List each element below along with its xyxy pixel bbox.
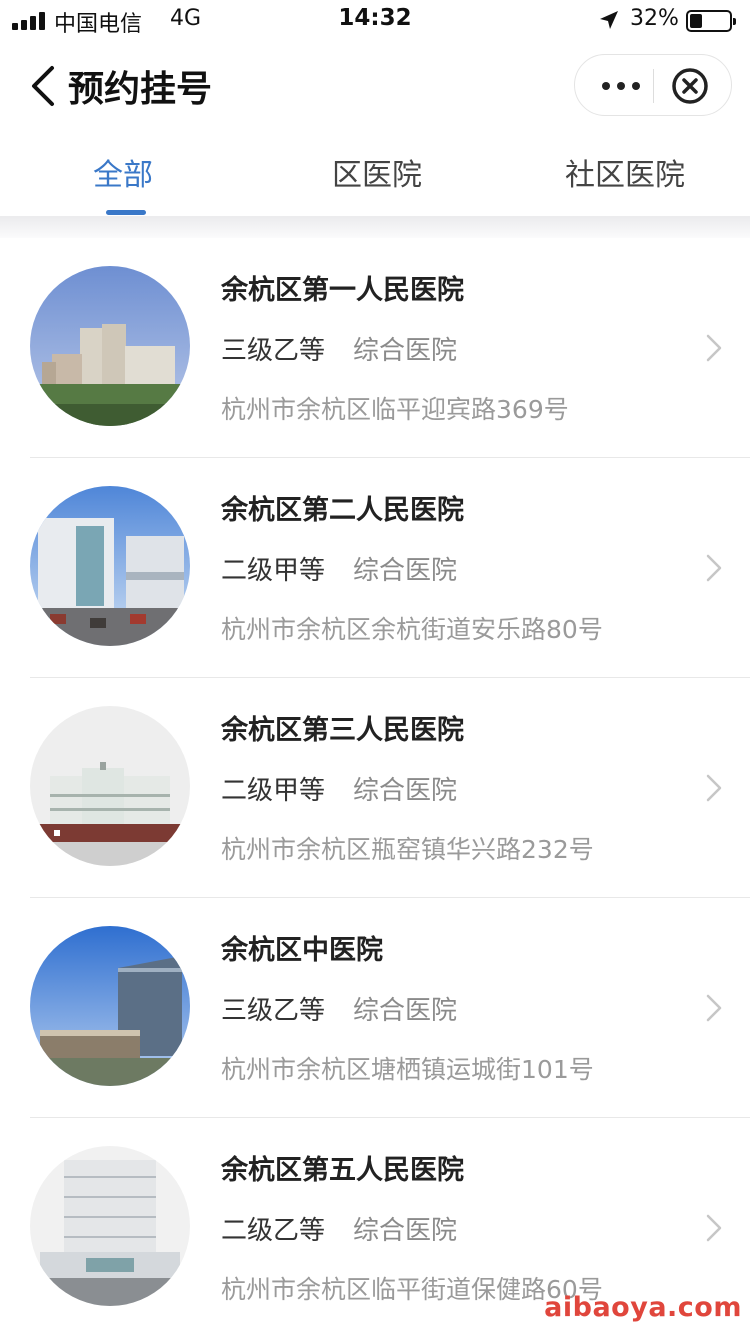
tab-all[interactable]: 全部 <box>93 150 153 194</box>
hospital-level: 三级乙等 <box>221 336 326 366</box>
hospital-type: 综合医院 <box>353 776 458 806</box>
chevron-right-icon <box>706 994 722 1022</box>
hospital-address: 杭州市余杭区瓶窑镇华兴路232号 <box>221 835 594 864</box>
chevron-right-icon <box>706 334 722 362</box>
back-button[interactable] <box>26 62 62 110</box>
active-tab-indicator <box>106 210 146 215</box>
mini-program-capsule <box>574 54 732 116</box>
hospital-type: 综合医院 <box>353 1216 458 1246</box>
hospital-item[interactable]: 余杭区第一人民医院 三级乙等 综合医院 杭州市余杭区临平迎宾路369号 <box>0 238 750 458</box>
hospital-name: 余杭区中医院 <box>221 935 383 966</box>
hospital-name: 余杭区第五人民医院 <box>221 1155 464 1186</box>
section-divider <box>0 216 750 238</box>
hospital-address: 杭州市余杭区塘栖镇运城街101号 <box>221 1055 594 1084</box>
category-tabs: 全部 区医院 社区医院 <box>0 134 750 216</box>
hospital-item[interactable]: 余杭区中医院 三级乙等 综合医院 杭州市余杭区塘栖镇运城街101号 <box>0 898 750 1118</box>
battery-icon <box>686 10 736 32</box>
hospital-photo <box>30 1146 190 1306</box>
hospital-item[interactable]: 余杭区第三人民医院 二级甲等 综合医院 杭州市余杭区瓶窑镇华兴路232号 <box>0 678 750 898</box>
hospital-name: 余杭区第二人民医院 <box>221 495 464 526</box>
hospital-name: 余杭区第一人民医院 <box>221 275 464 306</box>
hospital-type: 综合医院 <box>353 996 458 1026</box>
page-title: 预约挂号 <box>68 69 213 110</box>
hospital-level: 二级乙等 <box>221 1216 326 1246</box>
more-dots-icon[interactable] <box>593 71 649 101</box>
hospital-name: 余杭区第三人民医院 <box>221 715 464 746</box>
chevron-right-icon <box>706 1214 722 1242</box>
hospital-photo <box>30 926 190 1086</box>
hospital-photo <box>30 706 190 866</box>
hospital-level: 二级甲等 <box>221 556 326 586</box>
tab-community-hospital[interactable]: 社区医院 <box>565 150 685 194</box>
hospital-item[interactable]: 余杭区第二人民医院 二级甲等 综合医院 杭州市余杭区余杭街道安乐路80号 <box>0 458 750 678</box>
hospital-photo <box>30 486 190 646</box>
nav-bar: 预约挂号 <box>0 48 750 124</box>
status-bar: 中国电信 4G 14:32 32% <box>0 0 750 40</box>
hospital-level: 二级甲等 <box>221 776 326 806</box>
hospital-type: 综合医院 <box>353 336 458 366</box>
tab-district-hospital[interactable]: 区医院 <box>332 150 422 194</box>
hospital-level: 三级乙等 <box>221 996 326 1026</box>
hospital-type: 综合医院 <box>353 556 458 586</box>
close-circle-icon[interactable] <box>671 67 709 105</box>
hospital-photo <box>30 266 190 426</box>
location-arrow-icon <box>600 11 618 29</box>
chevron-right-icon <box>706 774 722 802</box>
chevron-right-icon <box>706 554 722 582</box>
hospital-address: 杭州市余杭区余杭街道安乐路80号 <box>221 615 603 644</box>
watermark: aibaoya.com <box>544 1292 742 1323</box>
hospital-address: 杭州市余杭区临平迎宾路369号 <box>221 395 569 424</box>
battery-percent: 32% <box>630 6 679 31</box>
hospital-list: 余杭区第一人民医院 三级乙等 综合医院 杭州市余杭区临平迎宾路369号 余杭区第… <box>0 238 750 1334</box>
capsule-divider <box>653 69 654 103</box>
